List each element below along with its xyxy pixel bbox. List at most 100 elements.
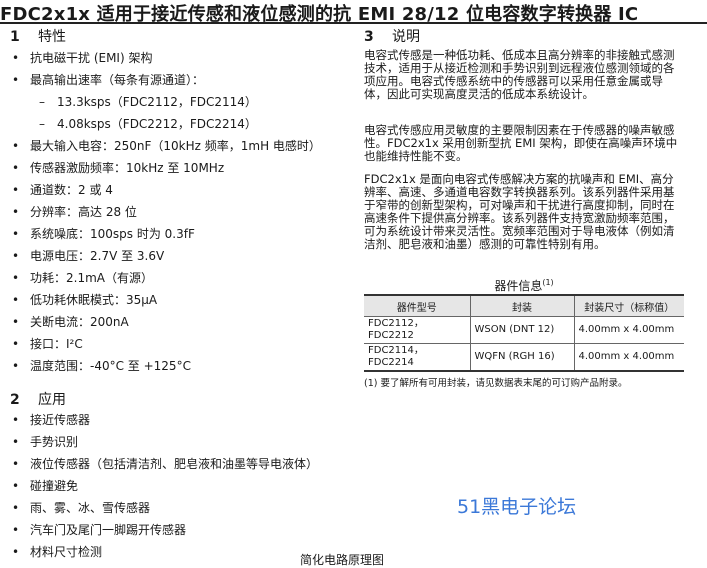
table-cell: WSON (DNT 12)	[469, 316, 575, 344]
features-number: 1	[10, 29, 20, 45]
feature-item: • 功耗：2.1mA（有源）	[10, 271, 330, 285]
watermark: 51黑电子论坛	[457, 496, 577, 518]
device-info-table: 器件型号 封装 封装尺寸（标称值） FDC2112，FDC2212 WSON (…	[364, 294, 684, 372]
bullet: •	[12, 479, 20, 493]
applications-heading: 2 应用	[10, 389, 66, 409]
bullet: •	[12, 227, 20, 241]
device-table-header: 封装尺寸（标称值）	[573, 295, 684, 317]
application-text: 雨、雾、冰、雪传感器	[30, 501, 151, 515]
bullet: •	[12, 293, 20, 307]
application-item: • 碰撞避免	[10, 479, 330, 493]
applications-number: 2	[10, 392, 20, 408]
device-table-header-row: 器件型号 封装 封装尺寸（标称值）	[364, 295, 684, 317]
device-table-caption: 器件信息(1)	[364, 277, 684, 294]
feature-item: • 抗电磁干扰 (EMI) 架构	[10, 51, 330, 65]
feature-text: 系统噪底：100sps 时为 0.3fF	[30, 227, 195, 241]
feature-item: • 通道数：2 或 4	[10, 183, 330, 197]
title-rule	[0, 22, 707, 24]
application-item: • 液位传感器（包括清洁剂、肥皂液和油墨等导电液体）	[10, 457, 330, 471]
bullet: •	[12, 205, 20, 219]
device-table-header: 封装	[469, 295, 575, 317]
feature-text: 传感器激励频率：10kHz 至 10MHz	[30, 161, 225, 175]
application-item: • 接近传感器	[10, 413, 330, 427]
feature-item: • 低功耗休眠模式：35μA	[10, 293, 330, 307]
feature-item: • 关断电流：200nA	[10, 315, 330, 329]
dash-bullet: –	[39, 95, 45, 109]
feature-item: • 电源电压：2.7V 至 3.6V	[10, 249, 330, 263]
bullet: •	[12, 501, 20, 515]
application-item: • 手势识别	[10, 435, 330, 449]
feature-item: • 系统噪底：100sps 时为 0.3fF	[10, 227, 330, 241]
features-heading-label: 特性	[38, 29, 66, 45]
device-table-caption-text: 器件信息	[494, 279, 543, 293]
bullet: •	[12, 183, 20, 197]
bullet: •	[12, 337, 20, 351]
feature-item: • 接口：I²C	[10, 337, 330, 351]
description-paragraph-2: 电容式传感应用灵敏度的主要限制因素在于传感器的噪声敏感性。FDC2x1x 采用创…	[364, 123, 678, 163]
description-heading-label: 说明	[392, 29, 420, 45]
application-text: 液位传感器（包括清洁剂、肥皂液和油墨等导电液体）	[30, 457, 319, 471]
bullet: •	[12, 271, 20, 285]
application-text: 汽车门及尾门一脚踢开传感器	[30, 523, 187, 537]
bullet: •	[12, 457, 20, 471]
bullet: •	[12, 315, 20, 329]
application-item: • 雨、雾、冰、雪传感器	[10, 501, 330, 515]
bullet: •	[12, 51, 20, 65]
application-text: 碰撞避免	[30, 479, 79, 493]
table-cell: WQFN (RGH 16)	[469, 343, 575, 372]
feature-item: • 温度范围：-40°C 至 +125°C	[10, 359, 330, 373]
feature-text: 接口：I²C	[30, 337, 83, 351]
feature-text: 低功耗休眠模式：35μA	[30, 293, 158, 307]
table-row: FDC2112，FDC2212 WSON (DNT 12) 4.00mm x 4…	[364, 316, 684, 344]
device-table-header: 器件型号	[364, 295, 471, 317]
description-number: 3	[364, 29, 374, 45]
application-item: • 材料尺寸检测	[10, 545, 330, 559]
features-heading: 1 特性	[10, 26, 66, 46]
table-cell: 4.00mm x 4.00mm	[573, 343, 684, 372]
application-text: 材料尺寸检测	[30, 545, 103, 559]
feature-item: • 最大输入电容：250nF（10kHz 频率，1mH 电感时）	[10, 139, 330, 153]
feature-item: • 传感器激励频率：10kHz 至 10MHz	[10, 161, 330, 175]
table-cell: 4.00mm x 4.00mm	[573, 316, 684, 344]
bullet: •	[12, 523, 20, 537]
features-list: • 抗电磁干扰 (EMI) 架构 • 最高输出速率（每条有源通道）： –13.3ksps…	[10, 51, 330, 381]
feature-text: 通道数：2 或 4	[30, 183, 113, 197]
feature-text: 4.08ksps（FDC2212，FDC2214）	[57, 117, 257, 131]
document-title: FDC2x1x 适用于接近传感和液位感测的抗 EMI 28/12 位电容数字转换…	[0, 4, 639, 25]
bullet: •	[12, 73, 20, 87]
applications-list: • 接近传感器 • 手势识别 • 液位传感器（包括清洁剂、肥皂液和油墨等导电液体） • 碰撞避…	[10, 413, 330, 567]
table-cell: FDC2114，FDC2214	[364, 343, 471, 372]
feature-text: 关断电流：200nA	[30, 315, 129, 329]
feature-text: 抗电磁干扰 (EMI) 架构	[30, 51, 153, 65]
bullet: •	[12, 139, 20, 153]
feature-text: 分辨率：高达 28 位	[30, 205, 137, 219]
device-table-footnote: (1) 要了解所有可用封装，请见数据表末尾的可订购产品附录。	[364, 378, 628, 389]
feature-text: 最高输出速率（每条有源通道）：	[30, 73, 205, 87]
bullet: •	[12, 435, 20, 449]
bullet: •	[12, 161, 20, 175]
description-paragraph-3: FDC2x1x 是面向电容式传感解决方案的抗噪声和 EMI、高分辨率、高速、多通…	[364, 172, 675, 251]
application-text: 手势识别	[30, 435, 79, 449]
feature-text: 电源电压：2.7V 至 3.6V	[30, 249, 165, 263]
bullet: •	[12, 545, 20, 559]
table-cell: FDC2112，FDC2212	[364, 316, 471, 344]
application-text: 接近传感器	[30, 413, 91, 427]
feature-item: –4.08ksps（FDC2212，FDC2214）	[10, 117, 330, 131]
applications-heading-label: 应用	[38, 392, 66, 408]
device-table-caption-note: (1)	[542, 278, 554, 287]
feature-item: • 最高输出速率（每条有源通道）：	[10, 73, 330, 87]
application-item: • 汽车门及尾门一脚踢开传感器	[10, 523, 330, 537]
bullet: •	[12, 413, 20, 427]
feature-text: 13.3ksps（FDC2112，FDC2114）	[57, 95, 257, 109]
bullet: •	[12, 249, 20, 263]
feature-text: 温度范围：-40°C 至 +125°C	[30, 359, 191, 373]
description-heading: 3 说明	[364, 26, 420, 46]
feature-text: 最大输入电容：250nF（10kHz 频率，1mH 电感时）	[30, 139, 321, 153]
feature-text: 功耗：2.1mA（有源）	[30, 271, 153, 285]
bullet: •	[12, 359, 20, 373]
dash-bullet: –	[39, 117, 45, 131]
feature-item: • 分辨率：高达 28 位	[10, 205, 330, 219]
description-paragraph-1: 电容式传感是一种低功耗、低成本且高分辨率的非接触式感测技术，适用于从接近检测和手…	[364, 48, 675, 101]
feature-item: –13.3ksps（FDC2112，FDC2114）	[10, 95, 330, 109]
table-row: FDC2114，FDC2214 WQFN (RGH 16) 4.00mm x 4…	[364, 343, 684, 372]
